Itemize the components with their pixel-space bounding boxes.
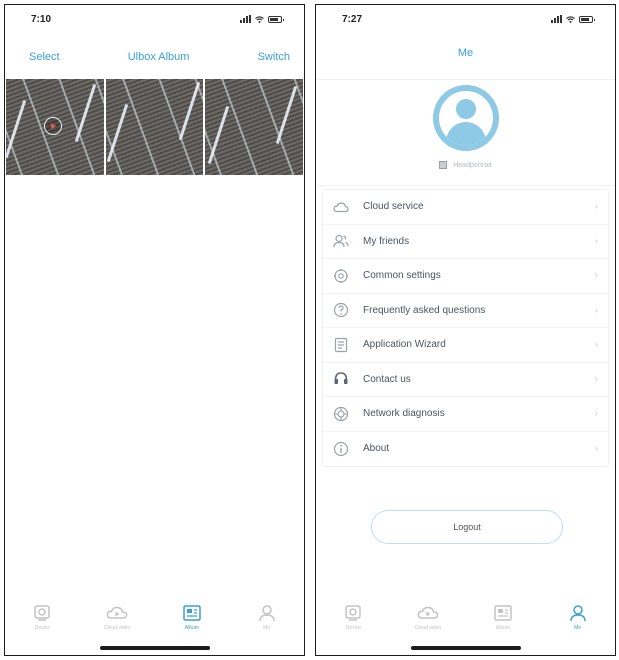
chevron-right-icon: › (594, 235, 598, 247)
contact-icon (333, 371, 349, 387)
cloud-icon (333, 199, 349, 215)
chevron-right-icon: › (594, 408, 598, 420)
album-thumbnail[interactable] (105, 79, 204, 175)
tab-cloud-video[interactable]: Cloud video (80, 595, 155, 639)
tab-label: Device (345, 624, 362, 631)
menu-label: Frequently asked questions (363, 304, 486, 316)
chevron-right-icon: › (594, 304, 598, 316)
battery-icon (268, 15, 284, 23)
settings-icon (333, 268, 349, 284)
tab-cloud-video[interactable]: Cloud video (391, 595, 466, 639)
me-icon (257, 604, 277, 622)
edit-label: Headportrait (453, 161, 492, 169)
tab-label: Cloud video (414, 624, 442, 631)
chevron-right-icon: › (594, 201, 598, 213)
page-title: Ulbox Album (127, 51, 190, 63)
tab-label: Album (495, 624, 510, 631)
chevron-right-icon: › (594, 270, 598, 282)
tab-label: Album (184, 624, 199, 631)
device-icon (32, 604, 52, 622)
menu-item-cloud-service[interactable]: Cloud service › (323, 190, 608, 225)
screenshot-stage: 7:10 Select Ulbox Album Switch Device Cl… (0, 0, 619, 660)
network-icon (333, 406, 349, 422)
select-button[interactable]: Select (29, 51, 60, 63)
status-time: 7:10 (31, 13, 52, 25)
status-bar: 7:10 (5, 5, 304, 33)
album-grid (6, 79, 304, 175)
chevron-right-icon: › (594, 443, 598, 455)
wizard-icon (333, 337, 349, 353)
menu-label: Common settings (363, 270, 441, 282)
menu-label: Cloud service (363, 201, 424, 213)
me-icon (568, 604, 588, 622)
home-indicator[interactable] (410, 646, 521, 650)
menu-item-faq[interactable]: Frequently asked questions › (323, 294, 608, 328)
friends-icon (333, 233, 349, 249)
menu-label: Network diagnosis (363, 408, 445, 420)
wifi-icon (566, 15, 575, 23)
album-header: Select Ulbox Album Switch (5, 47, 304, 67)
menu-label: My friends (363, 235, 410, 247)
faq-icon (333, 302, 349, 318)
menu-label: Contact us (363, 373, 411, 385)
tab-label: Device (34, 624, 51, 631)
chevron-right-icon: › (594, 373, 598, 385)
status-icons (240, 15, 284, 23)
avatar[interactable] (433, 85, 499, 151)
album-thumbnail[interactable] (205, 79, 304, 175)
status-icons (551, 15, 595, 23)
tab-album[interactable]: Album (155, 595, 230, 639)
menu-item-about[interactable]: About › (323, 432, 608, 467)
about-icon (333, 441, 349, 457)
page-title: Me (457, 47, 474, 59)
edit-headportrait[interactable]: Headportrait (316, 161, 615, 169)
tab-label: Me (263, 624, 271, 631)
signal-icon (551, 15, 562, 23)
device-icon (343, 604, 363, 622)
tab-bar: Device Cloud video Album Me (5, 595, 304, 639)
avatar-icon (439, 91, 493, 145)
signal-icon (240, 15, 251, 23)
tab-me[interactable]: Me (540, 595, 615, 639)
home-indicator[interactable] (99, 646, 210, 650)
album-screen: 7:10 Select Ulbox Album Switch Device Cl… (4, 4, 305, 656)
play-icon (44, 117, 62, 135)
tab-device[interactable]: Device (5, 595, 80, 639)
menu-label: About (363, 443, 390, 455)
menu-item-application-wizard[interactable]: Application Wizard › (323, 328, 608, 363)
menu-label: Application Wizard (363, 339, 446, 351)
edit-icon (439, 161, 448, 169)
album-icon (493, 604, 513, 622)
me-menu: Cloud service › My friends › Common sett… (322, 189, 609, 467)
album-thumbnail[interactable] (6, 79, 104, 175)
tab-me[interactable]: Me (229, 595, 304, 639)
chevron-right-icon: › (594, 339, 598, 351)
tab-label: Me (574, 624, 582, 631)
wifi-icon (255, 15, 264, 23)
menu-item-contact-us[interactable]: Contact us › (323, 363, 608, 397)
status-bar: 7:27 (316, 5, 615, 33)
header-divider (316, 79, 615, 80)
menu-item-my-friends[interactable]: My friends › (323, 225, 608, 259)
tab-label: Cloud video (103, 624, 131, 631)
tab-album[interactable]: Album (466, 595, 541, 639)
cloud-video-icon (106, 604, 128, 622)
tab-bar: Device Cloud video Album Me (316, 595, 615, 639)
section-divider (316, 185, 615, 186)
switch-button[interactable]: Switch (258, 51, 290, 63)
tab-device[interactable]: Device (316, 595, 391, 639)
me-screen: 7:27 Me Headportrait Cloud service › My … (315, 4, 616, 656)
logout-button[interactable]: Logout (371, 510, 563, 544)
album-icon (182, 604, 202, 622)
menu-item-network-diagnosis[interactable]: Network diagnosis › (323, 397, 608, 432)
menu-item-common-settings[interactable]: Common settings › (323, 259, 608, 294)
battery-icon (579, 15, 595, 23)
status-time: 7:27 (342, 13, 363, 25)
cloud-video-icon (417, 604, 439, 622)
